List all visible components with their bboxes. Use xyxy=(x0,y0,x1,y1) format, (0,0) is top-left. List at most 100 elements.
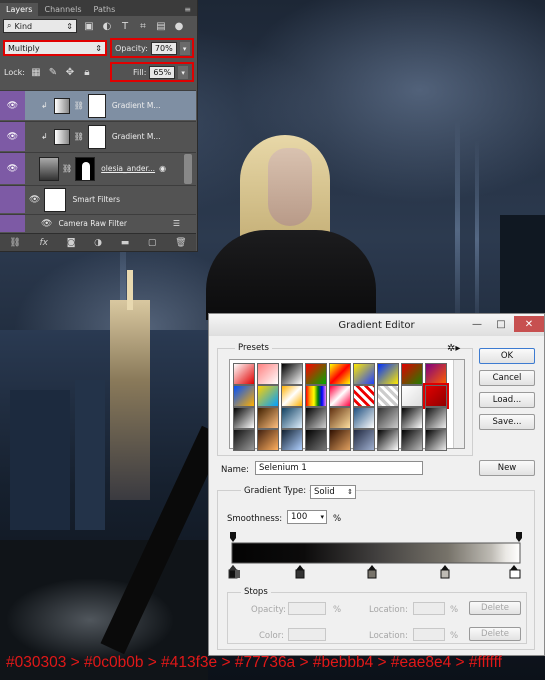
stop-opacity-input[interactable] xyxy=(288,602,326,615)
chevron-down-icon[interactable]: ▾ xyxy=(320,513,324,521)
eye-icon[interactable]: 👁︎ xyxy=(0,91,25,120)
presets-scrollbar[interactable] xyxy=(453,360,464,448)
adjustment-filter-icon[interactable]: ◐ xyxy=(101,20,113,32)
shape-filter-icon[interactable]: ⌗ xyxy=(137,20,149,32)
gradient-preset-swatch[interactable] xyxy=(377,429,399,451)
opacity-location-input[interactable] xyxy=(413,602,445,615)
gradient-preset-swatch[interactable] xyxy=(257,407,279,429)
tab-channels[interactable]: Channels xyxy=(38,3,87,16)
delete-opacity-stop-button[interactable]: Delete xyxy=(469,601,521,615)
lock-pixels-icon[interactable]: ✎ xyxy=(47,66,59,78)
layer-row[interactable]: 👁︎ ↲ ⛓ Gradient M... xyxy=(0,90,196,120)
gradient-preset-swatch[interactable] xyxy=(281,429,303,451)
gradient-preset-swatch[interactable] xyxy=(353,363,375,385)
layers-scrollbar[interactable] xyxy=(184,154,192,184)
gradient-preset-swatch[interactable] xyxy=(329,407,351,429)
gradient-preset-swatch[interactable] xyxy=(233,385,255,407)
lock-all-icon[interactable]: 🔒︎ xyxy=(81,66,93,78)
eye-icon[interactable]: 👁︎ xyxy=(41,219,52,229)
opacity-stop-right[interactable] xyxy=(516,532,522,542)
new-button[interactable]: New xyxy=(479,460,535,476)
gradient-type-select[interactable]: Solid ⇕ xyxy=(310,485,356,499)
gradient-preset-swatch[interactable] xyxy=(305,385,327,407)
eye-icon[interactable]: 👁︎ xyxy=(29,195,40,205)
save-button[interactable]: Save... xyxy=(479,414,535,430)
panel-menu-icon[interactable]: ≡ xyxy=(178,3,197,16)
gradient-preset-swatch[interactable] xyxy=(401,407,423,429)
color-stop[interactable] xyxy=(367,565,377,579)
gradient-preset-swatch[interactable] xyxy=(425,407,447,429)
close-icon[interactable]: ✕ xyxy=(514,316,544,332)
opacity-slider-toggle[interactable]: ▾ xyxy=(179,42,190,55)
smoothness-input[interactable]: 100 ▾ xyxy=(287,510,327,524)
gradient-preset-swatch[interactable] xyxy=(329,429,351,451)
gradient-preset-swatch[interactable] xyxy=(305,429,327,451)
color-stop[interactable] xyxy=(295,565,305,579)
add-mask-icon[interactable]: ◙ xyxy=(67,238,76,248)
gradient-preset-swatch[interactable] xyxy=(257,363,279,385)
gradient-preset-swatch[interactable] xyxy=(233,407,255,429)
gradient-preset-swatch[interactable] xyxy=(329,363,351,385)
minimize-icon[interactable]: — xyxy=(466,316,488,332)
adjustment-layer-icon[interactable]: ◑ xyxy=(94,238,102,248)
new-layer-icon[interactable]: ▢ xyxy=(148,238,157,248)
eye-icon[interactable]: 👁︎ xyxy=(0,153,25,184)
load-button[interactable]: Load... xyxy=(479,392,535,408)
gradient-preset-swatch[interactable] xyxy=(377,385,399,407)
gear-icon[interactable]: ✲▸ xyxy=(447,343,460,354)
fill-input[interactable]: 65% xyxy=(149,66,176,79)
ok-button[interactable]: OK xyxy=(479,348,535,364)
gradient-preset-swatch[interactable] xyxy=(233,429,255,451)
gradient-preset-swatch[interactable] xyxy=(423,383,449,409)
gradient-preset-swatch[interactable] xyxy=(425,363,447,385)
gradient-preset-swatch[interactable] xyxy=(425,429,447,451)
gradient-preset-swatch[interactable] xyxy=(233,363,255,385)
pixel-filter-icon[interactable]: ▣ xyxy=(83,20,95,32)
gradient-preset-swatch[interactable] xyxy=(353,429,375,451)
lock-transparency-icon[interactable]: ▦ xyxy=(30,66,42,78)
lock-position-icon[interactable]: ✥ xyxy=(64,66,76,78)
gradient-preset-swatch[interactable] xyxy=(257,385,279,407)
gradient-preset-swatch[interactable] xyxy=(305,407,327,429)
filter-kind-select[interactable]: ⌕ Kind ⇕ xyxy=(3,19,77,33)
filter-options-icon[interactable]: ☰ xyxy=(173,219,180,228)
filter-row[interactable]: 👁︎ Camera Raw Filter ☰ xyxy=(0,214,196,232)
tab-layers[interactable]: Layers xyxy=(0,3,39,16)
type-filter-icon[interactable]: T xyxy=(119,20,131,32)
gradient-preset-swatch[interactable] xyxy=(377,363,399,385)
gradient-preset-swatch[interactable] xyxy=(281,385,303,407)
gradient-preset-swatch[interactable] xyxy=(353,385,375,407)
filter-toggle-icon[interactable]: ● xyxy=(173,20,185,32)
gradient-preset-swatch[interactable] xyxy=(401,429,423,451)
link-layers-icon[interactable]: ⛓ xyxy=(9,238,20,248)
gradient-preset-swatch[interactable] xyxy=(377,407,399,429)
gradient-preset-swatch[interactable] xyxy=(305,363,327,385)
fill-slider-toggle[interactable]: ▾ xyxy=(178,66,189,79)
cancel-button[interactable]: Cancel xyxy=(479,370,535,386)
gradient-preset-swatch[interactable] xyxy=(257,429,279,451)
gradient-preset-swatch[interactable] xyxy=(401,385,423,407)
gradient-bar[interactable] xyxy=(231,542,521,564)
delete-color-stop-button[interactable]: Delete xyxy=(469,627,521,641)
opacity-input[interactable]: 70% xyxy=(150,42,177,55)
smart-object-filter-icon[interactable]: ▤ xyxy=(155,20,167,32)
color-stop[interactable] xyxy=(440,565,450,579)
gradient-preset-swatch[interactable] xyxy=(281,407,303,429)
color-location-input[interactable] xyxy=(413,628,445,641)
maximize-icon[interactable]: □ xyxy=(490,316,512,332)
gradient-preset-swatch[interactable] xyxy=(401,363,423,385)
stop-color-swatch[interactable] xyxy=(288,628,326,641)
name-input[interactable]: Selenium 1 xyxy=(255,461,423,475)
trash-icon[interactable]: 🗑︎ xyxy=(175,238,186,248)
blend-mode-select[interactable]: Multiply ⇕ xyxy=(3,40,107,56)
tab-paths[interactable]: Paths xyxy=(88,3,122,16)
dialog-titlebar[interactable]: Gradient Editor — □ ✕ xyxy=(209,314,544,336)
layer-row[interactable]: 👁︎ ⛓ olesia_ander... ◉ xyxy=(0,152,196,184)
opacity-stop-left[interactable] xyxy=(230,532,236,542)
color-stop[interactable] xyxy=(509,565,521,579)
new-group-icon[interactable]: ▬ xyxy=(121,238,130,248)
layer-style-icon[interactable]: fx xyxy=(39,238,48,248)
layer-row[interactable]: 👁︎ ↲ ⛓ Gradient M... xyxy=(0,121,196,151)
smart-filters-row[interactable]: 👁︎ Smart Filters xyxy=(0,185,196,213)
gradient-preset-swatch[interactable] xyxy=(329,385,351,407)
